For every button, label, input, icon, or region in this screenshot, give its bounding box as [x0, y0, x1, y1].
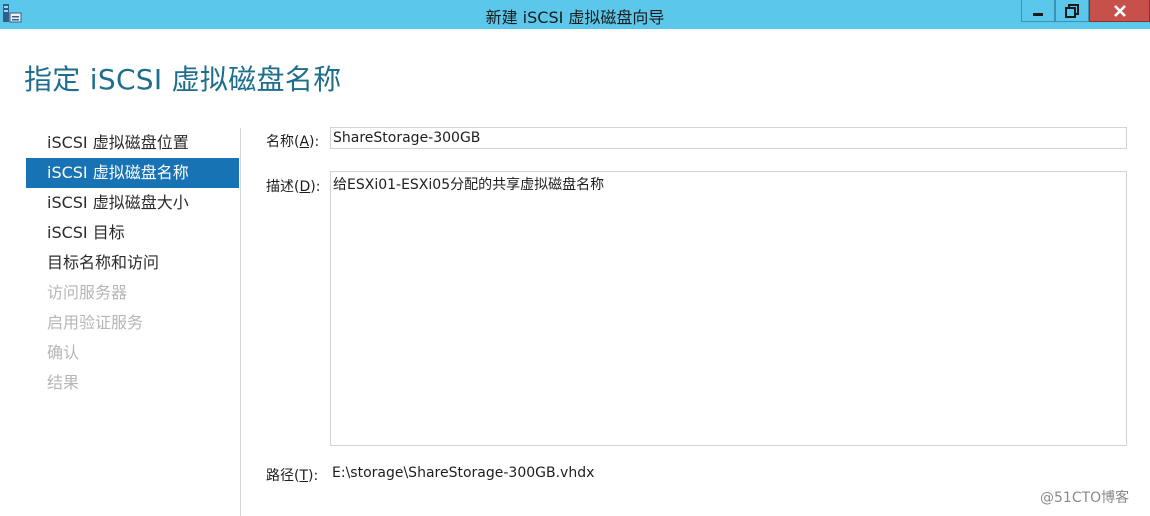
- nav-step-location[interactable]: iSCSI 虚拟磁盘位置: [26, 128, 239, 158]
- page-title: 指定 iSCSI 虚拟磁盘名称: [24, 63, 342, 96]
- nav-divider: [240, 128, 241, 516]
- description-textarea[interactable]: 给ESXi01-ESXi05分配的共享虚拟磁盘名称: [330, 171, 1127, 446]
- nav-step-target[interactable]: iSCSI 目标: [26, 218, 239, 248]
- nav-step-results: 结果: [47, 373, 80, 392]
- nav-step-confirmation: 确认: [47, 343, 80, 362]
- restore-icon: [1065, 3, 1079, 18]
- wizard-steps-nav: iSCSI 虚拟磁盘位置 iSCSI 虚拟磁盘名称 iSCSI 虚拟磁盘大小 i…: [26, 128, 239, 398]
- description-label: 描述(D):: [266, 179, 321, 195]
- name-label: 名称(A):: [266, 134, 320, 150]
- path-label: 路径(T):: [266, 468, 319, 484]
- nav-step-enable-auth: 启用验证服务: [47, 313, 144, 332]
- close-icon: [1113, 4, 1126, 17]
- nav-step-size[interactable]: iSCSI 虚拟磁盘大小: [26, 188, 239, 218]
- nav-step-name[interactable]: iSCSI 虚拟磁盘名称: [26, 158, 239, 188]
- window-title: 新建 iSCSI 虚拟磁盘向导: [485, 8, 665, 27]
- minimize-button[interactable]: [1021, 0, 1055, 22]
- title-bar: 新建 iSCSI 虚拟磁盘向导: [0, 0, 1150, 29]
- nav-step-access-servers: 访问服务器: [47, 283, 128, 302]
- path-value: E:\storage\ShareStorage-300GB.vhdx: [332, 465, 595, 481]
- watermark: @51CTO博客: [1040, 490, 1130, 506]
- nav-step-target-name-access[interactable]: 目标名称和访问: [26, 248, 239, 278]
- restore-button[interactable]: [1055, 0, 1089, 22]
- minimize-icon: [1033, 12, 1043, 16]
- close-button[interactable]: [1089, 0, 1150, 22]
- name-input[interactable]: [330, 127, 1127, 149]
